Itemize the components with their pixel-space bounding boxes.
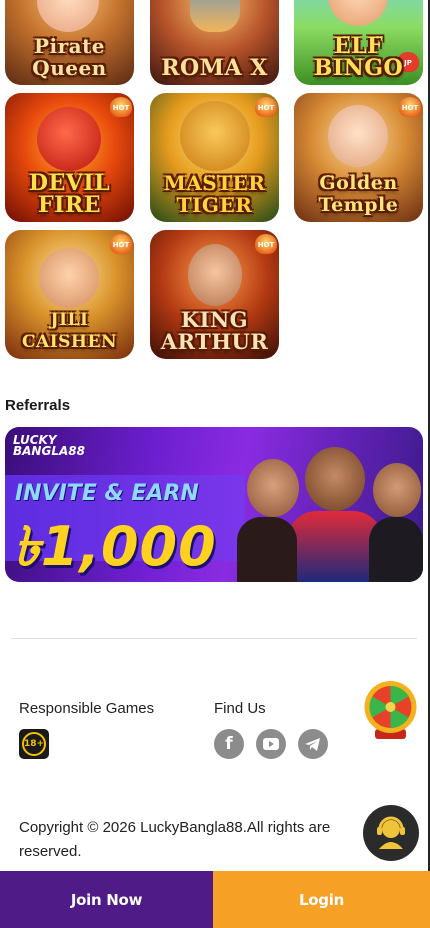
game-tile-elf-bingo[interactable]: JP ELF BINGO (294, 0, 423, 85)
login-button[interactable]: Login (213, 871, 430, 928)
game-title: KING ARTHUR (160, 307, 269, 354)
referral-banner[interactable]: LUCKY BANGLA88 INVITE & EARN ৳1,000 (5, 427, 423, 582)
game-tile-golden-temple[interactable]: HOT Golden Temple (294, 93, 423, 222)
hot-badge: HOT (399, 97, 421, 117)
game-tile-master-tiger[interactable]: HOT MASTER TIGER (150, 93, 279, 222)
bottom-action-bar: Join Now Login (0, 871, 430, 928)
banner-person-right (373, 463, 421, 517)
support-agent-icon[interactable] (363, 805, 419, 861)
referrals-title: Referrals (5, 397, 71, 414)
telegram-icon[interactable] (298, 729, 328, 759)
game-title: DEVIL FIRE (28, 170, 111, 218)
join-now-button[interactable]: Join Now (0, 871, 213, 928)
lucky-wheel-icon[interactable] (363, 679, 418, 741)
game-tile-pirate-queen[interactable]: Pirate Queen (5, 0, 134, 85)
invite-headline: INVITE & EARN (15, 481, 199, 506)
game-tile-king-arthur[interactable]: HOT KING ARTHUR (150, 230, 279, 359)
hot-badge: HOT (110, 97, 132, 117)
game-title: Golden Temple (318, 172, 399, 216)
game-title: ELF BINGO (313, 33, 404, 81)
golden-temple-art (328, 105, 388, 167)
game-title: Pirate Queen (32, 34, 107, 80)
find-us-label: Find Us (214, 700, 266, 717)
responsible-games-label: Responsible Games (19, 700, 155, 717)
game-tile-devil-fire[interactable]: HOT DEVIL FIRE (5, 93, 134, 222)
logo-line-2: BANGLA88 (13, 444, 85, 458)
game-title: ROMA X (161, 55, 268, 81)
footer-divider (11, 638, 417, 639)
luckybangla-logo: LUCKY BANGLA88 (13, 434, 85, 458)
facebook-icon[interactable]: f (214, 729, 244, 759)
hot-badge: HOT (110, 234, 132, 254)
hot-badge: HOT (255, 234, 277, 254)
banner-person-left (247, 459, 299, 517)
pirate-queen-art (37, 0, 99, 32)
game-title: MASTER TIGER (163, 171, 266, 217)
copyright-text: Copyright © 2026 LuckyBangla88.All right… (19, 819, 331, 860)
game-tile-roma-x[interactable]: ROMA X (150, 0, 279, 85)
banner-person-center (305, 447, 365, 511)
youtube-icon[interactable] (256, 729, 286, 759)
banner-person-left-body (237, 517, 297, 582)
age-18-icon: 18+ (19, 729, 49, 759)
invite-amount: ৳1,000 (13, 515, 217, 578)
game-tile-jili-caishen[interactable]: HOT JILI CAISHEN (5, 230, 134, 359)
jili-caishen-art (39, 248, 99, 308)
elf-bingo-art (328, 0, 388, 26)
banner-person-right-body (369, 517, 423, 582)
devil-fire-art (37, 107, 101, 171)
roma-x-art (190, 0, 240, 32)
game-title: JILI CAISHEN (21, 310, 117, 352)
age-18-text: 18+ (22, 732, 46, 756)
hot-badge: HOT (255, 97, 277, 117)
master-tiger-art (180, 101, 250, 171)
king-arthur-art (188, 244, 242, 306)
